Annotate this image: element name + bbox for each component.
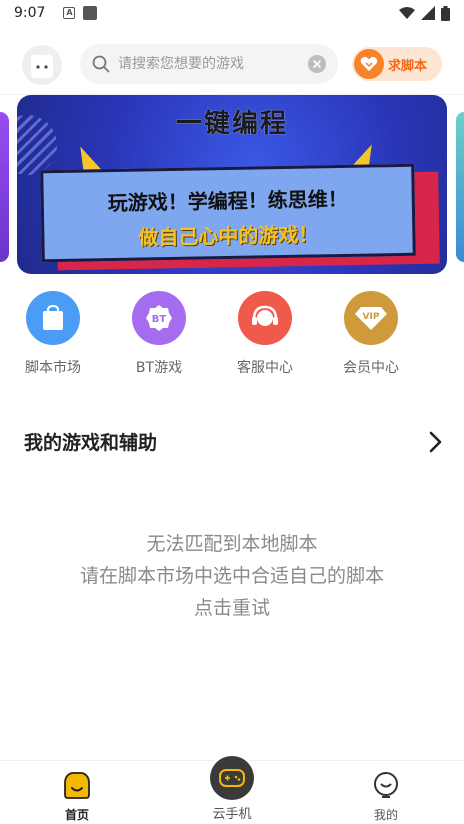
banner-next-peek[interactable] [456,112,464,262]
wifi-icon [399,6,415,19]
my-games-title: 我的游戏和辅助 [24,432,158,454]
vip-diamond-icon: VIP [344,291,398,345]
nav-cloud-label: 云手机 [212,807,252,822]
banner-line2: 做自己心中的游戏！ [138,222,319,250]
request-script-label: 求脚本 [388,58,428,74]
notification-square-icon [83,6,98,20]
nav-mine[interactable]: 我的 [346,771,426,823]
retry-text[interactable]: 点击重试 [0,592,464,624]
banner-prev-peek[interactable] [0,112,9,262]
headset-icon [238,291,292,345]
bt-badge-icon: BT [132,291,186,345]
chevron-right-icon[interactable] [426,430,446,454]
quick-entry-label: 会员中心 [343,360,399,376]
nav-mine-label: 我的 [373,808,398,822]
status-bar: 9:07 A [0,0,464,26]
quick-entry-label: 脚本市场 [25,360,81,376]
gamepad-icon [210,756,254,800]
profile-face-icon [374,772,398,798]
empty-line: 无法匹配到本地脚本 [146,533,318,555]
notification-a-icon: A [63,7,76,19]
search-input[interactable] [118,56,308,72]
quick-entry-label: 客服中心 [237,360,293,376]
home-icon [64,772,90,799]
avatar[interactable] [22,45,62,85]
request-script-button[interactable]: 求脚本 [352,47,442,81]
quick-entry-script-market[interactable]: 脚本市场 [0,291,106,377]
search-icon [92,55,110,73]
quick-entry-bt-games[interactable]: BT BT游戏 [106,291,212,377]
quick-entry-customer-service[interactable]: 客服中心 [212,291,318,377]
close-icon [313,60,321,68]
quick-entry-label: BT游戏 [135,360,183,376]
quick-entry-row: 脚本市场 BT BT游戏 客服中心 VIP 会员中心 [0,291,464,381]
nav-home[interactable]: 首页 [37,771,117,823]
empty-line: 请在脚本市场中选中合适自己的脚本 [79,565,384,587]
bt-badge-text: BT [152,314,167,325]
banner-board: 玩游戏！学编程！练思维！ 做自己心中的游戏！ [40,163,416,263]
battery-icon [441,5,450,21]
avatar-face-icon [31,54,53,78]
vip-badge-text: VIP [363,312,380,322]
heart-icon [354,49,384,79]
banner-title: 一键编程 [175,109,288,139]
signal-icon [421,6,435,20]
nav-cloud-phone[interactable]: 云手机 [192,803,272,822]
bottom-nav: 首页 云手机 我的 [0,753,464,824]
search-bar[interactable] [80,44,338,84]
empty-state-message[interactable]: 无法匹配到本地脚本 请在脚本市场中选中合适自己的脚本 点击重试 [0,528,464,624]
nav-home-label: 首页 [64,808,89,822]
banner-line1: 玩游戏！学编程！练思维！ [107,186,348,216]
quick-entry-vip-center[interactable]: VIP 会员中心 [318,291,424,377]
clear-search-button[interactable] [308,55,326,73]
promo-banner[interactable]: 一键编程 玩游戏！学编程！练思维！ 做自己心中的游戏！ [17,95,447,274]
status-time: 9:07 [14,5,46,21]
nav-cloud-phone-button[interactable] [207,753,257,803]
shopping-bag-icon [26,291,80,345]
top-header: 求脚本 [0,42,464,88]
